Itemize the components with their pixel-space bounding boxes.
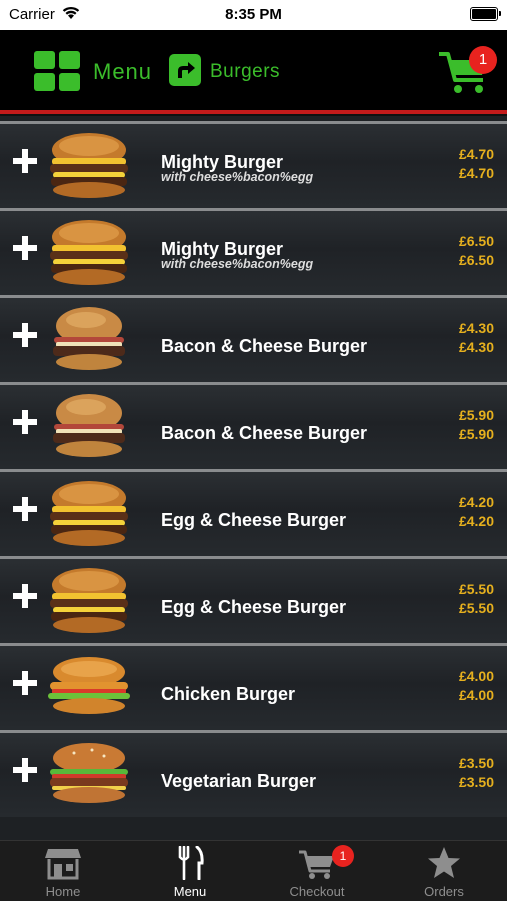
battery-icon <box>470 7 501 21</box>
item-price: £5.50 <box>458 581 494 597</box>
cart-icon <box>299 850 334 879</box>
tab-orders-label: Orders <box>424 884 464 899</box>
status-bar: Carrier 8:35 PM <box>0 0 507 30</box>
item-name: Egg & Cheese Burger <box>161 510 347 530</box>
item-price-secondary: £5.50 <box>458 600 494 616</box>
stacked-burger-image <box>44 217 134 287</box>
item-price-secondary: £6.50 <box>458 252 494 268</box>
item-price: £3.50 <box>458 755 494 771</box>
menu-item-row[interactable]: Egg & Cheese Burger £5.50 £5.50 <box>0 556 507 643</box>
menu-item-row[interactable]: Mighty Burger with cheese%bacon%egg £6.50 £… <box>0 208 507 295</box>
item-price-secondary: £5.90 <box>458 426 494 442</box>
tab-checkout-label: Checkout <box>289 884 345 899</box>
header-divider <box>0 110 507 114</box>
add-item-icon[interactable] <box>12 235 38 261</box>
stacked-burger-image <box>44 130 134 200</box>
cart-count-badge: 1 <box>469 46 497 74</box>
add-item-icon[interactable] <box>12 757 38 783</box>
menu-item-list[interactable]: Mighty Burger with cheese%bacon%egg £4.70 £… <box>0 116 507 840</box>
store-icon <box>45 849 81 880</box>
star-icon <box>428 847 460 878</box>
item-subtitle: with cheese%bacon%egg <box>161 170 314 184</box>
add-item-icon[interactable] <box>12 583 38 609</box>
item-price-secondary: £4.30 <box>458 339 494 355</box>
tab-home[interactable]: Home <box>0 841 126 901</box>
add-item-icon[interactable] <box>12 409 38 435</box>
item-price-secondary: £4.00 <box>458 687 494 703</box>
tab-orders[interactable]: Orders <box>381 841 507 901</box>
item-price: £4.70 <box>458 146 494 162</box>
item-subtitle: with cheese%bacon%egg <box>161 257 314 271</box>
item-name: Egg & Cheese Burger <box>161 597 347 617</box>
menu-item-row[interactable]: Egg & Cheese Burger £4.20 £4.20 <box>0 469 507 556</box>
checkout-badge: 1 <box>332 845 354 867</box>
veggie-burger-image <box>44 739 134 809</box>
tab-menu-label: Menu <box>173 884 207 899</box>
stacked-burger-image <box>44 478 134 548</box>
item-price-secondary: £3.50 <box>458 774 494 790</box>
item-name: Vegetarian Burger <box>161 771 317 791</box>
item-price: £5.90 <box>458 407 494 423</box>
add-item-icon[interactable] <box>12 670 38 696</box>
menu-item-row[interactable]: Bacon & Cheese Burger £5.90 £5.90 <box>0 382 507 469</box>
fork-knife-icon <box>178 846 204 880</box>
clock: 8:35 PM <box>225 6 282 23</box>
item-name: Bacon & Cheese Burger <box>161 336 368 356</box>
tab-checkout[interactable]: 1 Checkout <box>254 841 380 901</box>
add-item-icon[interactable] <box>12 496 38 522</box>
tab-bar: Home Menu 1 Checkout Orders <box>0 840 507 901</box>
item-price-secondary: £4.20 <box>458 513 494 529</box>
app-header: Menu Burgers 1 <box>0 30 507 112</box>
add-item-icon[interactable] <box>12 148 38 174</box>
add-item-icon[interactable] <box>12 322 38 348</box>
item-price-secondary: £4.70 <box>458 165 494 181</box>
item-name: Bacon & Cheese Burger <box>161 423 368 443</box>
grid-menu-icon[interactable] <box>34 51 80 91</box>
menu-item-row[interactable]: Bacon & Cheese Burger £4.30 £4.30 <box>0 295 507 382</box>
breadcrumb-arrow-icon <box>169 54 201 86</box>
tab-menu[interactable]: Menu <box>127 841 253 901</box>
breadcrumb-category: Burgers <box>210 61 281 82</box>
item-price: £4.20 <box>458 494 494 510</box>
chicken-burger-image <box>44 652 134 722</box>
item-name: Chicken Burger <box>161 684 296 704</box>
tab-home-label: Home <box>45 884 81 899</box>
item-price: £4.00 <box>458 668 494 684</box>
bacon-burger-image <box>44 304 134 374</box>
menu-item-row[interactable]: Vegetarian Burger £3.50 £3.50 <box>0 730 507 817</box>
item-price: £6.50 <box>458 233 494 249</box>
menu-item-row[interactable]: Chicken Burger £4.00 £4.00 <box>0 643 507 730</box>
item-price: £4.30 <box>458 320 494 336</box>
bacon-burger-image <box>44 391 134 461</box>
menu-item-row[interactable]: Mighty Burger with cheese%bacon%egg £4.70 £… <box>0 121 507 208</box>
stacked-burger-image <box>44 565 134 635</box>
menu-link[interactable]: Menu <box>93 59 152 85</box>
